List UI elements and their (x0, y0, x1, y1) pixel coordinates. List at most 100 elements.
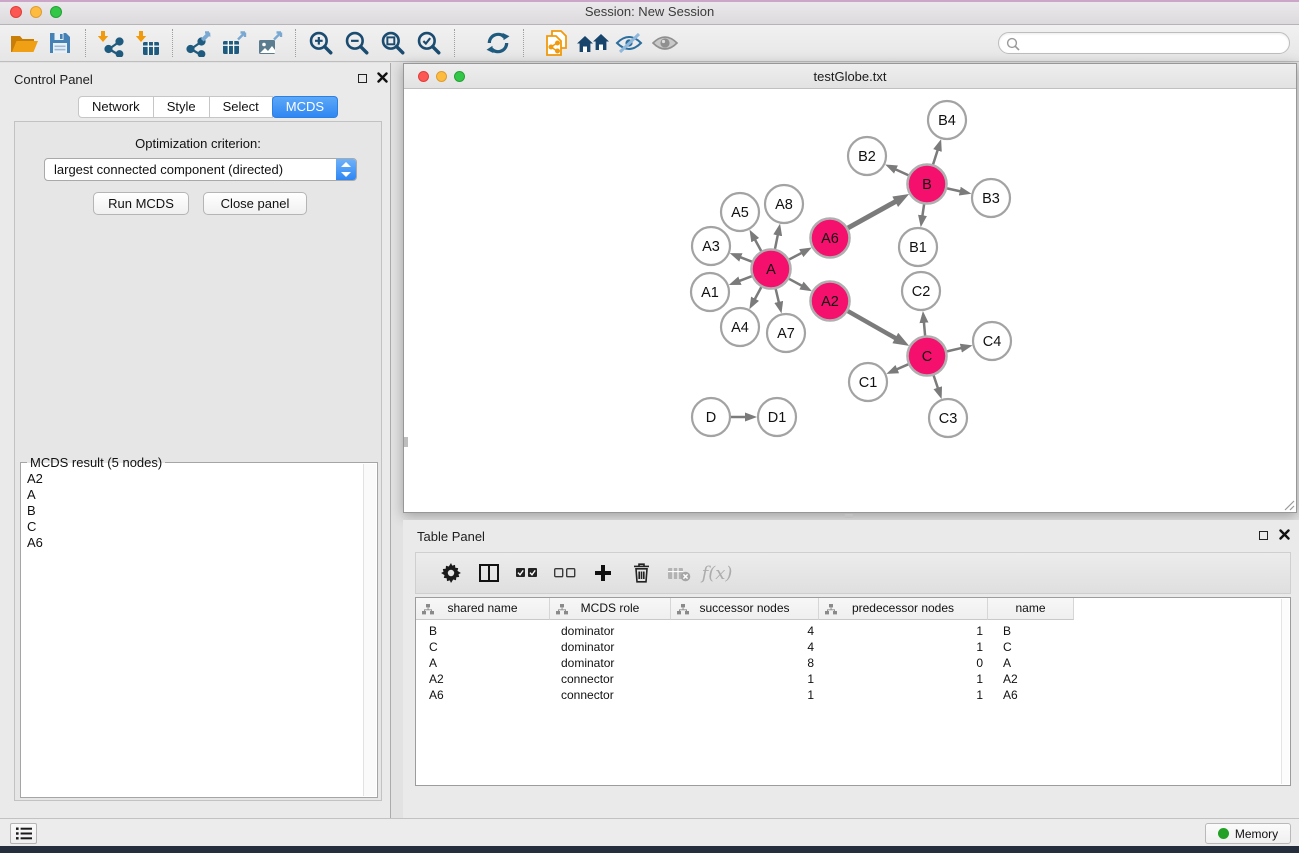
column-header-name[interactable]: name (988, 598, 1074, 620)
resize-grip-icon[interactable] (1283, 499, 1295, 511)
column-header-mcds-role[interactable]: MCDS role (550, 598, 671, 620)
edge-B-B3[interactable] (947, 188, 962, 191)
edge-A-A3[interactable] (739, 257, 752, 262)
float-panel-icon[interactable] (1259, 531, 1268, 540)
canvas-vscroll-thumb[interactable] (404, 437, 408, 447)
status-bar: Memory (0, 818, 1299, 846)
edge-A-A7[interactable] (776, 289, 780, 304)
table-cell: C (988, 639, 1074, 655)
node-label-A8: A8 (775, 197, 793, 213)
float-panel-icon[interactable] (358, 74, 367, 83)
hide-panels-button[interactable] (611, 27, 647, 59)
refresh-button[interactable] (480, 27, 516, 59)
edge-A-A2[interactable] (789, 279, 803, 287)
edge-C-C4[interactable] (947, 348, 963, 352)
table-row[interactable]: Bdominator41B (416, 623, 1290, 639)
mcds-result-item[interactable]: A (27, 487, 43, 503)
main-region: Control Panel NetworkStyleSelectMCDS Opt… (0, 62, 1299, 818)
edge-B-B2[interactable] (894, 169, 908, 176)
toolbar-separator (172, 29, 173, 57)
tab-network[interactable]: Network (78, 96, 154, 118)
header-filler (1074, 598, 1290, 620)
optimization-criterion-select[interactable]: largest connected component (directed) (44, 158, 357, 181)
show-panels-button[interactable] (647, 27, 683, 59)
edge-B-B1[interactable] (922, 204, 924, 217)
export-table-button[interactable] (216, 27, 252, 59)
select-all-columns-button[interactable] (508, 556, 546, 590)
edge-C-C3[interactable] (934, 375, 939, 389)
column-header-successor-nodes[interactable]: successor nodes (671, 598, 819, 620)
close-panel-button[interactable]: Close panel (203, 192, 307, 215)
run-mcds-button[interactable]: Run MCDS (93, 192, 189, 215)
import-network-button[interactable] (93, 27, 129, 59)
edge-A-A1[interactable] (738, 276, 752, 281)
mcds-result-item[interactable]: A2 (27, 471, 43, 487)
zoom-selected-icon (416, 30, 442, 56)
column-header-predecessor-nodes[interactable]: predecessor nodes (819, 598, 988, 620)
table-cell: connector (550, 671, 671, 687)
table-row[interactable]: A2connector11A2 (416, 671, 1290, 687)
edge-B-B4[interactable] (933, 149, 938, 165)
network-canvas[interactable]: B4B2BB3A8A5A6B1A3AA1C2A2A4A7C4CC1C3DD1 (404, 89, 1296, 512)
table-row[interactable]: Cdominator41C (416, 639, 1290, 655)
edge-C-C1[interactable] (896, 364, 909, 370)
node-label-A7: A7 (777, 326, 795, 342)
column-header-shared-name[interactable]: shared name (416, 598, 550, 620)
table-panel-title: Table Panel (417, 529, 485, 544)
node-label-C1: C1 (859, 375, 878, 391)
memory-button[interactable]: Memory (1205, 823, 1291, 844)
toolbar-separator (454, 29, 455, 57)
import-table-button[interactable] (129, 27, 165, 59)
table-row[interactable]: Adominator80A (416, 655, 1290, 671)
tab-mcds[interactable]: MCDS (272, 96, 338, 118)
table-panel: Table Panel (403, 520, 1299, 818)
canvas-hscroll-thumb[interactable] (845, 514, 853, 518)
zoom-out-button[interactable] (339, 27, 375, 59)
edge-A-A5[interactable] (754, 238, 761, 251)
table-cell: 1 (819, 671, 988, 687)
add-column-button[interactable] (584, 556, 622, 590)
network-graph[interactable]: B4B2BB3A8A5A6B1A3AA1C2A2A4A7C4CC1C3DD1 (404, 89, 1296, 512)
search-input[interactable] (1023, 34, 1283, 52)
node-label-A4: A4 (731, 320, 749, 336)
network-overview-button[interactable] (575, 27, 611, 59)
zoom-in-button[interactable] (303, 27, 339, 59)
zoom-selected-button[interactable] (411, 27, 447, 59)
delete-column-button[interactable] (622, 556, 660, 590)
window-title: Session: New Session (0, 4, 1299, 19)
edge-A6-B[interactable] (848, 201, 897, 228)
eye-slash-icon (615, 32, 643, 54)
export-network-button[interactable] (180, 27, 216, 59)
import-table-icon (134, 30, 161, 57)
close-panel-icon[interactable] (1279, 529, 1290, 540)
mcds-panel: Optimization criterion: largest connecte… (14, 121, 382, 801)
duplicate-network-button[interactable] (539, 27, 575, 59)
edge-A-A4[interactable] (754, 287, 761, 300)
mcds-result-item[interactable]: A6 (27, 535, 43, 551)
save-icon (48, 31, 72, 55)
table-scrollbar[interactable] (1281, 599, 1289, 784)
open-session-button[interactable] (6, 27, 42, 59)
unchecked-boxes-icon (554, 568, 576, 578)
node-label-C2: C2 (912, 284, 931, 300)
result-scrollbar[interactable] (363, 464, 376, 796)
export-image-button[interactable] (252, 27, 288, 59)
edge-A-A8[interactable] (775, 233, 778, 249)
edge-A-A6[interactable] (789, 252, 803, 259)
tab-select[interactable]: Select (209, 96, 273, 118)
edge-A2-C[interactable] (848, 311, 897, 339)
mcds-result-item[interactable]: C (27, 519, 43, 535)
tab-style[interactable]: Style (153, 96, 210, 118)
show-panel-list-button[interactable] (10, 823, 37, 844)
node-label-C3: C3 (939, 411, 958, 427)
edge-C-C2[interactable] (924, 321, 925, 336)
unselect-all-columns-button[interactable] (546, 556, 584, 590)
settings-gear-button[interactable] (432, 556, 470, 590)
zoom-fit-button[interactable] (375, 27, 411, 59)
save-session-button[interactable] (42, 27, 78, 59)
table-row[interactable]: A6connector11A6 (416, 687, 1290, 703)
close-panel-icon[interactable] (377, 72, 388, 83)
mcds-result-item[interactable]: B (27, 503, 43, 519)
show-columns-button[interactable] (470, 556, 508, 590)
list-icon (16, 827, 32, 840)
